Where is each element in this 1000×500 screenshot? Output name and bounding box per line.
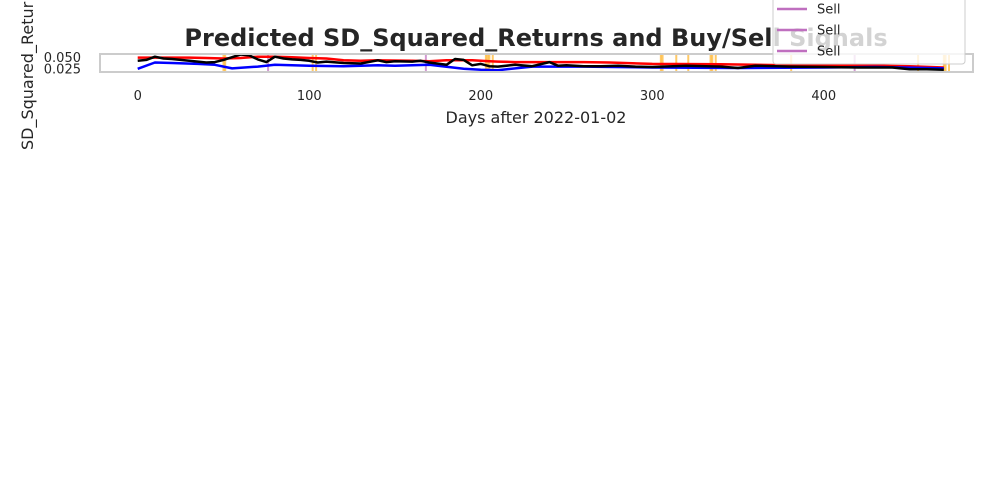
x-tick-label-3: 300 [640,89,665,104]
chart: 0 100 200 300 400 0.0250.050 Days after 2022… [0,0,1000,500]
x-tick-label-0: 0 [134,89,142,104]
x-tick-label-4: 400 [811,89,836,104]
legend-label-0: Sell [817,3,840,18]
legend: Sell Sell Sell [772,0,966,65]
legend-label-2: Sell [817,45,840,60]
x-tick-label-2: 200 [468,89,493,104]
chart-background [0,0,1000,500]
y-tick-labels: 0.0250.050 [44,51,81,77]
y-axis-label: SD_Squared_Retur [18,1,38,150]
y-tick-label-1: 0.050 [44,51,81,66]
x-axis-label: Days after 2022-01-02 [446,108,627,127]
legend-label-1: Sell [817,24,840,39]
x-tick-label-1: 100 [297,89,322,104]
